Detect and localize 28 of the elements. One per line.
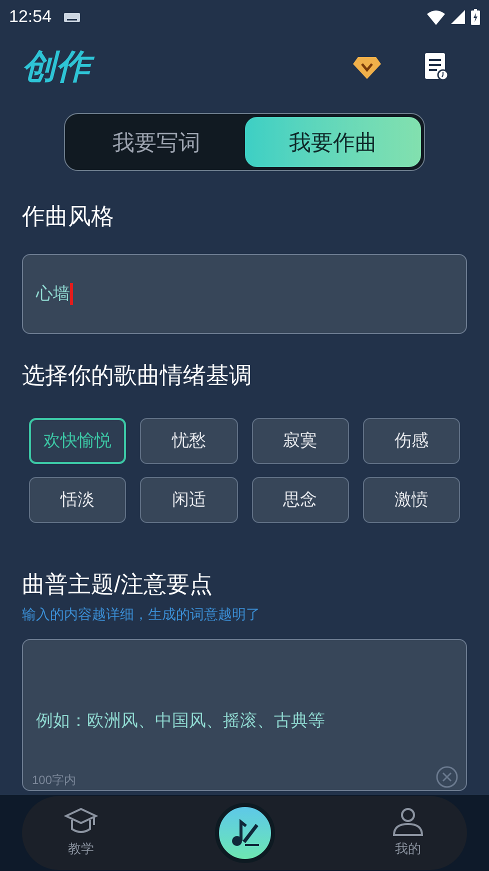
mood-chip[interactable]: 思念 <box>252 477 349 523</box>
char-limit: 100字内 <box>32 772 76 788</box>
document-icon[interactable] <box>423 53 449 81</box>
mode-tab[interactable]: 我要作曲 <box>244 117 421 167</box>
status-time: 12:54 <box>9 6 52 28</box>
hint-text: 输入的内容越详细，生成的词意越明了 <box>22 604 261 624</box>
mood-chip[interactable]: 闲适 <box>140 477 238 523</box>
nav-tab[interactable]: 教学 <box>64 807 98 859</box>
mood-chip[interactable]: 恬淡 <box>29 477 126 523</box>
mood-chip[interactable]: 伤感 <box>362 418 460 464</box>
mode-tab[interactable]: 我要写词 <box>68 117 244 167</box>
section-title: 作曲风格 <box>22 202 115 231</box>
keyboard-icon <box>64 12 80 22</box>
signal-icon <box>451 10 465 24</box>
mood-chip[interactable]: 忧愁 <box>140 418 238 464</box>
nav-tab[interactable]: 我的 <box>391 807 425 859</box>
text-cursor <box>70 282 73 304</box>
wifi-icon <box>427 10 445 24</box>
page-title: 创作 <box>22 45 98 89</box>
diamond-icon[interactable] <box>353 55 381 79</box>
mood-chip[interactable]: 寂寞 <box>252 418 349 464</box>
user-icon <box>391 807 425 838</box>
section-title: 曲普主题/注意要点 <box>22 570 214 599</box>
battery-icon <box>471 9 480 25</box>
style-input[interactable]: 心墙 <box>22 254 467 334</box>
section-title: 选择你的歌曲情绪基调 <box>22 360 253 390</box>
mood-chip[interactable]: 激愤 <box>362 477 460 523</box>
mood-chip[interactable]: 欢快愉悦 <box>29 418 126 464</box>
